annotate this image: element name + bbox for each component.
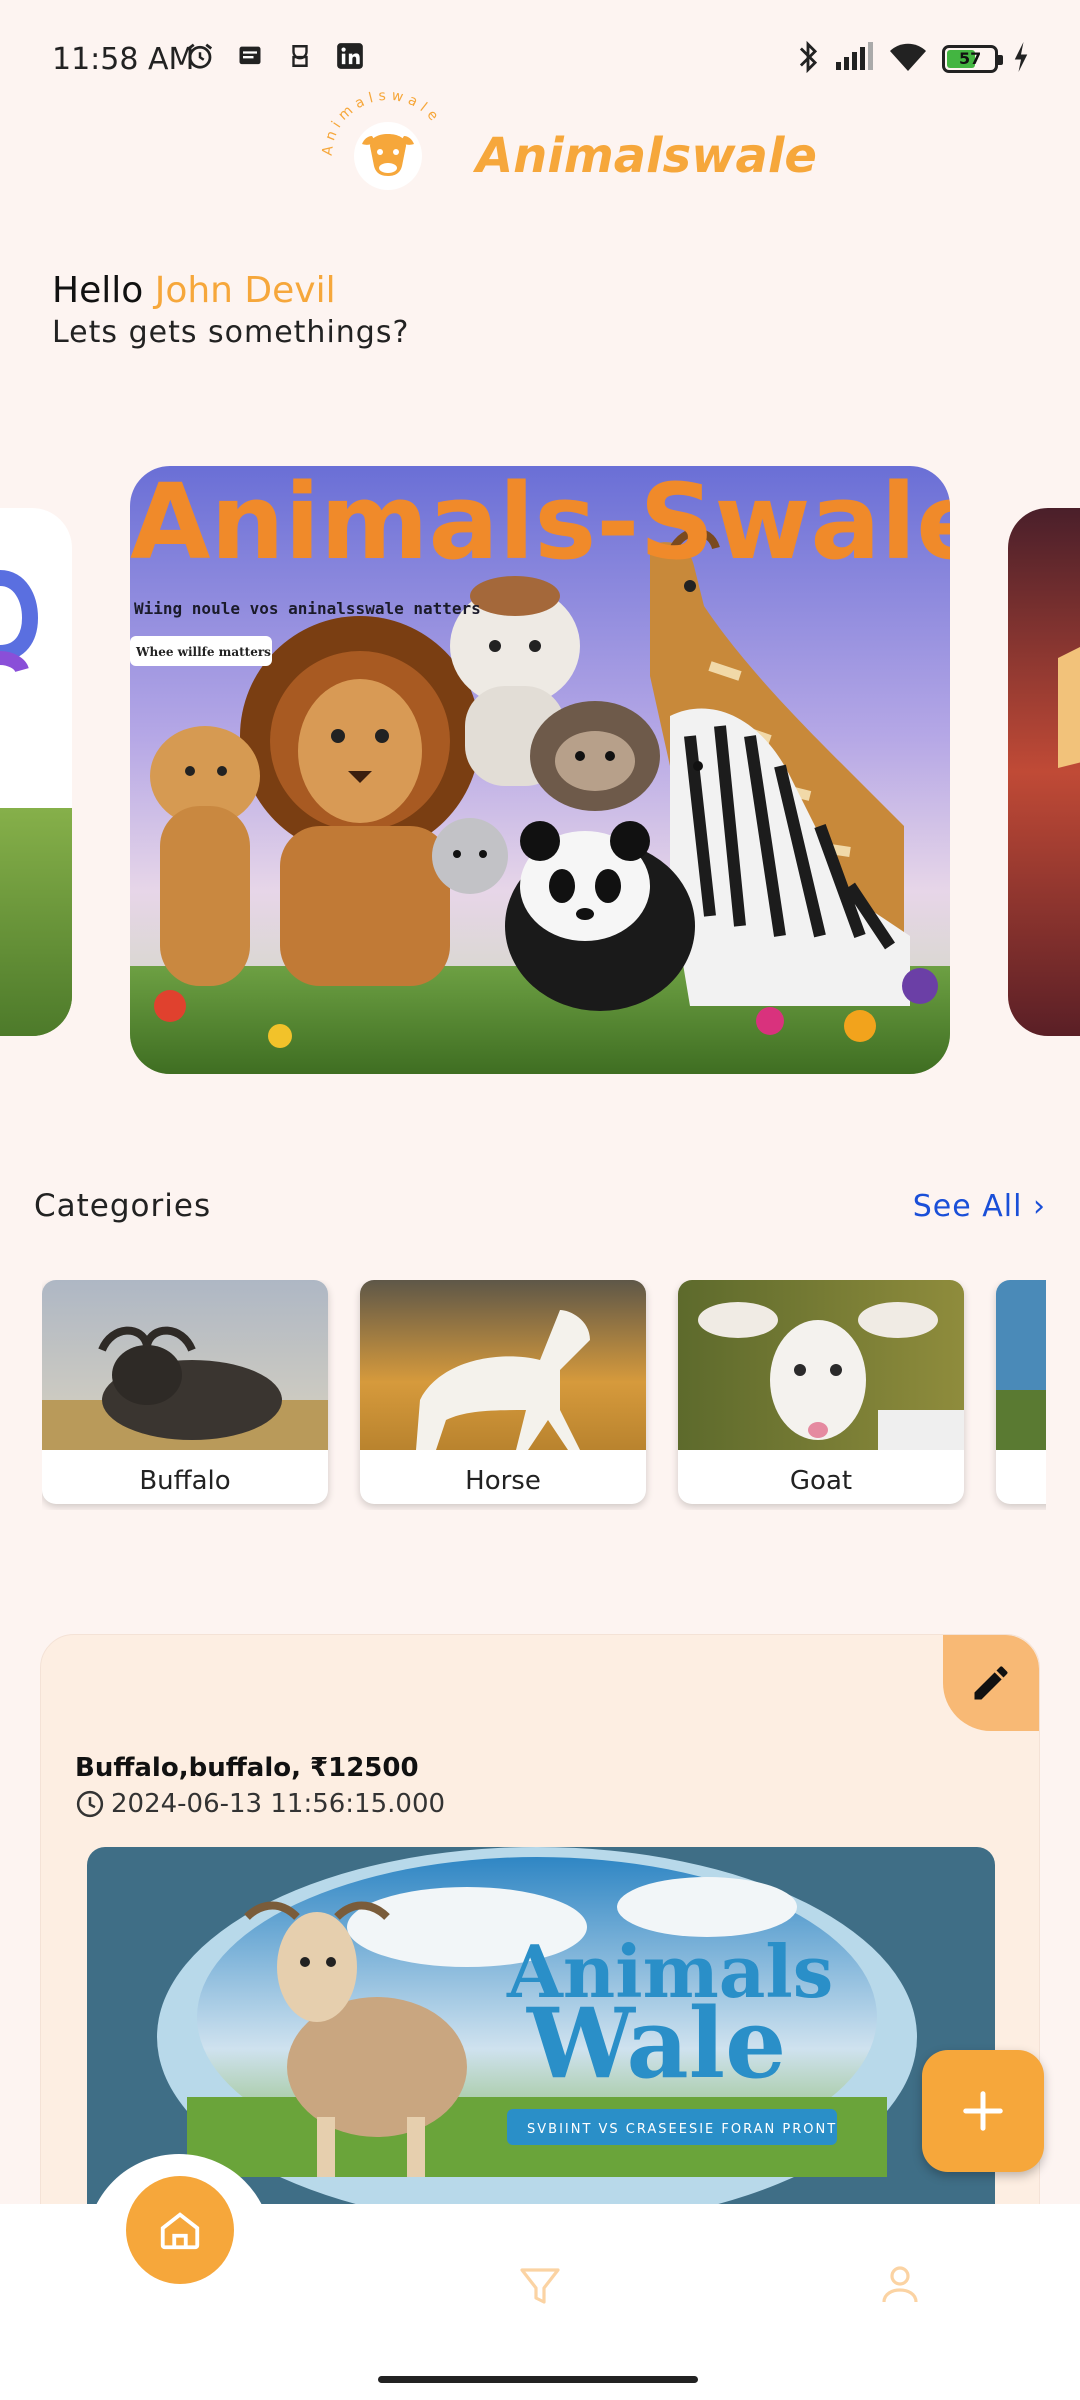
categories-header: Categories See All › xyxy=(34,1188,1046,1224)
carousel-tagline: Wiing noule vos aninalsswale natters xyxy=(134,599,481,618)
chevron-right-icon: › xyxy=(1033,1188,1046,1224)
category-image xyxy=(996,1280,1046,1450)
category-label xyxy=(996,1454,1046,1504)
banner-carousel[interactable]: Animals-Swale. Wiing noule vos aninalssw… xyxy=(0,466,1080,1078)
edit-button[interactable] xyxy=(943,1635,1039,1731)
categories-list[interactable]: Buffalo Horse Goat xyxy=(42,1280,1046,1510)
plus-icon xyxy=(963,2091,1003,2131)
sloth-illustration xyxy=(530,701,660,811)
listing-date: 2024-06-13 11:56:15.000 xyxy=(75,1789,445,1819)
user-name: John Devil xyxy=(154,270,336,311)
carousel-headline: Animals-Swale. xyxy=(130,466,950,583)
status-time: 11:58 AM xyxy=(52,42,195,77)
carousel-slide-next[interactable] xyxy=(1008,508,1080,1036)
nav-profile-button[interactable] xyxy=(870,2254,930,2314)
profile-icon xyxy=(882,2266,918,2303)
bear-cub-illustration xyxy=(432,818,508,894)
category-card-buffalo[interactable]: Buffalo xyxy=(42,1280,328,1504)
see-all-link[interactable]: See All › xyxy=(913,1189,1046,1224)
home-icon xyxy=(160,2212,200,2250)
greeting-hello: Hello xyxy=(52,270,144,311)
notification-icon xyxy=(284,40,316,72)
category-label: Horse xyxy=(465,1466,541,1496)
listing-date-text: 2024-06-13 11:56:15.000 xyxy=(111,1789,446,1819)
buffalo-image xyxy=(42,1280,328,1450)
category-card-partial[interactable] xyxy=(996,1280,1046,1504)
carousel-slide-previous[interactable] xyxy=(0,508,72,1036)
listing-banner-ribbon: SVBIINT VS CRASEESIE FORAN PRONT xyxy=(527,2122,837,2137)
status-system-icons: 57 xyxy=(796,40,1030,78)
greeting-subtitle: Lets gets somethings? xyxy=(52,315,410,350)
category-card-horse[interactable]: Horse xyxy=(360,1280,646,1504)
message-icon xyxy=(234,40,266,72)
logo-badge: Animalswale xyxy=(318,86,458,226)
category-label: Buffalo xyxy=(139,1466,231,1496)
battery-level: 57 xyxy=(959,49,982,68)
gesture-bar[interactable] xyxy=(378,2376,698,2383)
nav-filter-button[interactable] xyxy=(510,2256,570,2316)
wifi-icon xyxy=(888,41,928,77)
carousel-chip: Whee willfe matters xyxy=(135,645,271,659)
bluetooth-icon xyxy=(796,40,820,78)
category-label: Goat xyxy=(789,1466,853,1496)
listing-banner-line2: Wale xyxy=(526,1987,786,2100)
status-notification-icons xyxy=(184,40,366,72)
see-all-label: See All xyxy=(912,1188,1023,1224)
signal-icon xyxy=(834,42,874,76)
logo-text: Animalswale xyxy=(476,128,817,184)
greeting-line: Hello John Devil xyxy=(52,270,409,311)
nav-home-button[interactable] xyxy=(126,2176,234,2284)
linkedin-icon xyxy=(334,40,366,72)
horse-image xyxy=(360,1280,646,1450)
greeting: Hello John Devil Lets gets somethings? xyxy=(52,270,409,350)
pencil-icon xyxy=(974,1666,1008,1700)
battery-icon: 57 xyxy=(942,45,1003,73)
filter-icon xyxy=(520,2268,560,2304)
clock-icon xyxy=(76,1790,104,1818)
goat-image xyxy=(678,1280,964,1450)
charging-icon xyxy=(1012,42,1030,76)
carousel-slide-main[interactable]: Animals-Swale. Wiing noule vos aninalssw… xyxy=(130,466,950,1074)
lion-cub-illustration xyxy=(150,726,260,986)
categories-title: Categories xyxy=(34,1188,212,1224)
category-card-goat[interactable]: Goat xyxy=(678,1280,964,1504)
app-logo: Animalswale Animalswale xyxy=(318,86,817,226)
bottom-navigation xyxy=(0,2154,1080,2400)
alarm-icon xyxy=(184,40,216,72)
add-listing-button[interactable] xyxy=(922,2050,1044,2172)
listing-title: Buffalo,buffalo, ₹12500 xyxy=(75,1753,419,1783)
